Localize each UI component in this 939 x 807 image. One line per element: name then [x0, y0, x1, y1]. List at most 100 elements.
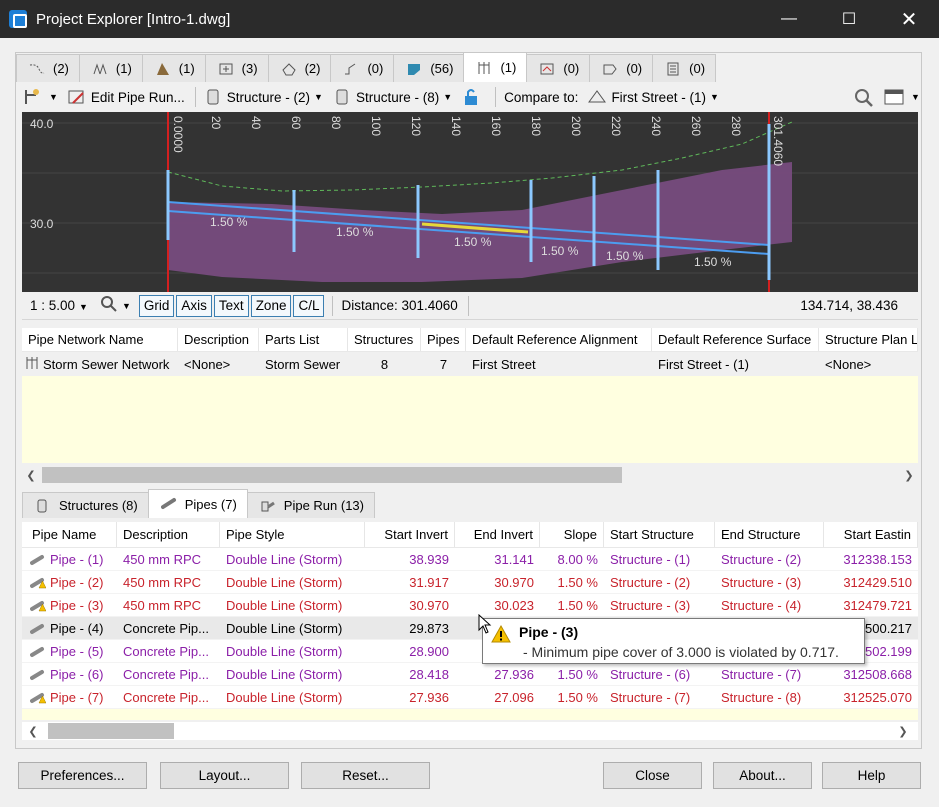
zoom-button[interactable]: [854, 88, 877, 107]
column-header[interactable]: Start Invert: [365, 522, 455, 547]
axis-toggle[interactable]: Axis: [176, 294, 212, 317]
column-header[interactable]: Parts List: [259, 328, 348, 351]
tooltip-title: Pipe - (3): [519, 624, 579, 640]
svg-text:20: 20: [209, 116, 223, 130]
profile-view[interactable]: 40.0 30.0 0.0000 20 40 60 80 100 120 140…: [22, 112, 918, 292]
cell-slope: 1.50 %: [557, 597, 598, 613]
svg-text:200: 200: [569, 116, 583, 136]
scroll-right-icon[interactable]: ❯: [894, 722, 912, 740]
cell-start: 28.900: [409, 643, 449, 659]
minimize-icon[interactable]: —: [766, 0, 812, 38]
cell-start: 29.873: [409, 620, 449, 636]
pipes-horizontal-scrollbar[interactable]: ❮ ❯: [22, 722, 918, 740]
zoom-dropdown[interactable]: ▼: [100, 295, 131, 316]
lock-button[interactable]: [462, 88, 485, 106]
scroll-left-icon[interactable]: ❮: [22, 466, 40, 484]
view-options-button[interactable]: ▼: [884, 88, 920, 106]
table-row[interactable]: Pipe - (6) Concrete Pip... Double Line (St…: [22, 663, 918, 686]
column-header[interactable]: End Invert: [455, 522, 540, 547]
close-icon[interactable]: ✕: [886, 0, 932, 38]
table-row[interactable]: Pipe - (2) 450 mm RPC Double Line (Storm) 3…: [22, 571, 918, 594]
grid-toggle[interactable]: Grid: [138, 294, 175, 317]
cell-es: Structure - (8): [721, 689, 802, 705]
cell-style: Double Line (Storm): [226, 574, 343, 590]
tab-pipes[interactable]: Pipes (7): [147, 489, 248, 518]
tab-surfaces[interactable]: (2): [267, 54, 332, 82]
tooltip-message: - Minimum pipe cover of 3.000 is violate…: [523, 644, 839, 660]
scroll-thumb[interactable]: [42, 467, 622, 483]
tab-pipe-networks[interactable]: (1): [463, 52, 528, 82]
tab-points[interactable]: (56): [393, 54, 465, 82]
pipe-icon: [30, 669, 46, 680]
tab-structures[interactable]: Structures (8): [22, 492, 149, 518]
layout-button[interactable]: Layout...: [160, 762, 289, 789]
table-row[interactable]: Pipe - (1) 450 mm RPC Double Line (Storm) 3…: [22, 548, 918, 571]
column-header[interactable]: Default Reference Surface: [652, 328, 819, 351]
cell-slope: 1.50 %: [557, 574, 598, 590]
tab-corridors[interactable]: (1): [141, 54, 206, 82]
table-row[interactable]: Pipe - (7) Concrete Pip... Double Line (St…: [22, 686, 918, 709]
table-header: Pipe Name Description Pipe Style Start I…: [22, 522, 918, 548]
table-header: Pipe Network Name Description Parts List…: [22, 328, 918, 352]
column-header[interactable]: Pipes: [421, 328, 466, 351]
column-header[interactable]: Slope: [540, 522, 604, 547]
maximize-icon[interactable]: ☐: [826, 0, 872, 38]
cell-start: 31.917: [409, 574, 449, 590]
svg-text:1.50 %: 1.50 %: [541, 244, 579, 258]
scale-dropdown[interactable]: 1 : 5.00 ▼: [30, 298, 88, 313]
text-toggle[interactable]: Text: [213, 294, 249, 317]
cell-end: 30.023: [494, 597, 534, 613]
column-header[interactable]: Structures: [348, 328, 421, 351]
scroll-thumb[interactable]: [48, 723, 174, 739]
tab-pipe-run[interactable]: Pipe Run (13): [246, 492, 375, 518]
svg-text:140: 140: [449, 116, 463, 136]
svg-text:120: 120: [409, 116, 423, 136]
column-header[interactable]: Pipe Network Name: [22, 328, 178, 351]
column-header[interactable]: Pipe Style: [220, 522, 365, 547]
scroll-left-icon[interactable]: ❮: [24, 722, 42, 740]
svg-text:1.50 %: 1.50 %: [454, 235, 492, 249]
tab-feature-lines[interactable]: (0): [330, 54, 395, 82]
tab-alignments[interactable]: (2): [16, 54, 80, 82]
edit-pipe-run-button[interactable]: Edit Pipe Run...: [68, 88, 185, 106]
column-header[interactable]: Start Eastin: [824, 522, 918, 547]
insert-part-button[interactable]: ▼: [22, 88, 58, 106]
cell-name: Pipe - (5): [22, 640, 117, 662]
toolbar-separator: [467, 295, 469, 316]
structure-b-dropdown[interactable]: Structure - (8) ▼: [333, 88, 452, 106]
profile-status-bar: 1 : 5.00 ▼ ▼ Grid Axis Text Zone C/L Dist…: [22, 292, 918, 320]
help-button[interactable]: Help: [822, 762, 921, 789]
table-row[interactable]: Pipe - (3) 450 mm RPC Double Line (Storm) 3…: [22, 594, 918, 617]
profile-canvas: 40.0 30.0 0.0000 20 40 60 80 100 120 140…: [22, 112, 918, 292]
tab-sections[interactable]: (0): [526, 54, 591, 82]
column-header[interactable]: Pipe Name: [22, 522, 117, 547]
column-header[interactable]: End Structure: [715, 522, 824, 547]
cell-ss: Structure - (7): [610, 689, 691, 705]
about-button[interactable]: About...: [713, 762, 812, 789]
column-header[interactable]: Start Structure: [604, 522, 715, 547]
column-header[interactable]: Structure Plan L: [819, 328, 918, 351]
column-header[interactable]: Description: [178, 328, 259, 351]
compare-surface-dropdown[interactable]: First Street - (1) ▼: [588, 88, 719, 106]
tab-parcels[interactable]: (0): [589, 54, 654, 82]
zone-toggle[interactable]: Zone: [250, 294, 292, 317]
reset-button[interactable]: Reset...: [301, 762, 430, 789]
network-horizontal-scrollbar[interactable]: ❮ ❯: [22, 466, 918, 484]
structure-a-dropdown[interactable]: Structure - (2) ▼: [204, 88, 323, 106]
cell-start: 28.418: [409, 666, 449, 682]
close-button[interactable]: Close: [603, 762, 702, 789]
tab-assemblies[interactable]: (3): [204, 54, 269, 82]
table-row[interactable]: Storm Sewer Network <None> Storm Sewer 8…: [22, 352, 918, 376]
scroll-right-icon[interactable]: ❯: [900, 466, 918, 484]
tab-sheets[interactable]: (0): [652, 54, 717, 82]
preferences-button[interactable]: Preferences...: [18, 762, 147, 789]
pipe-icon: [30, 646, 46, 657]
column-header[interactable]: Description: [117, 522, 220, 547]
column-header[interactable]: Default Reference Alignment: [466, 328, 652, 351]
edit-pipe-run-icon: [68, 88, 86, 106]
station-labels: 0.0000 20 40 60 80 100 120 140 160 180 2…: [171, 116, 785, 166]
centerline-toggle[interactable]: C/L: [293, 294, 325, 317]
cell-end: 30.970: [494, 574, 534, 590]
svg-text:80: 80: [329, 116, 343, 130]
tab-sites[interactable]: (1): [78, 54, 143, 82]
